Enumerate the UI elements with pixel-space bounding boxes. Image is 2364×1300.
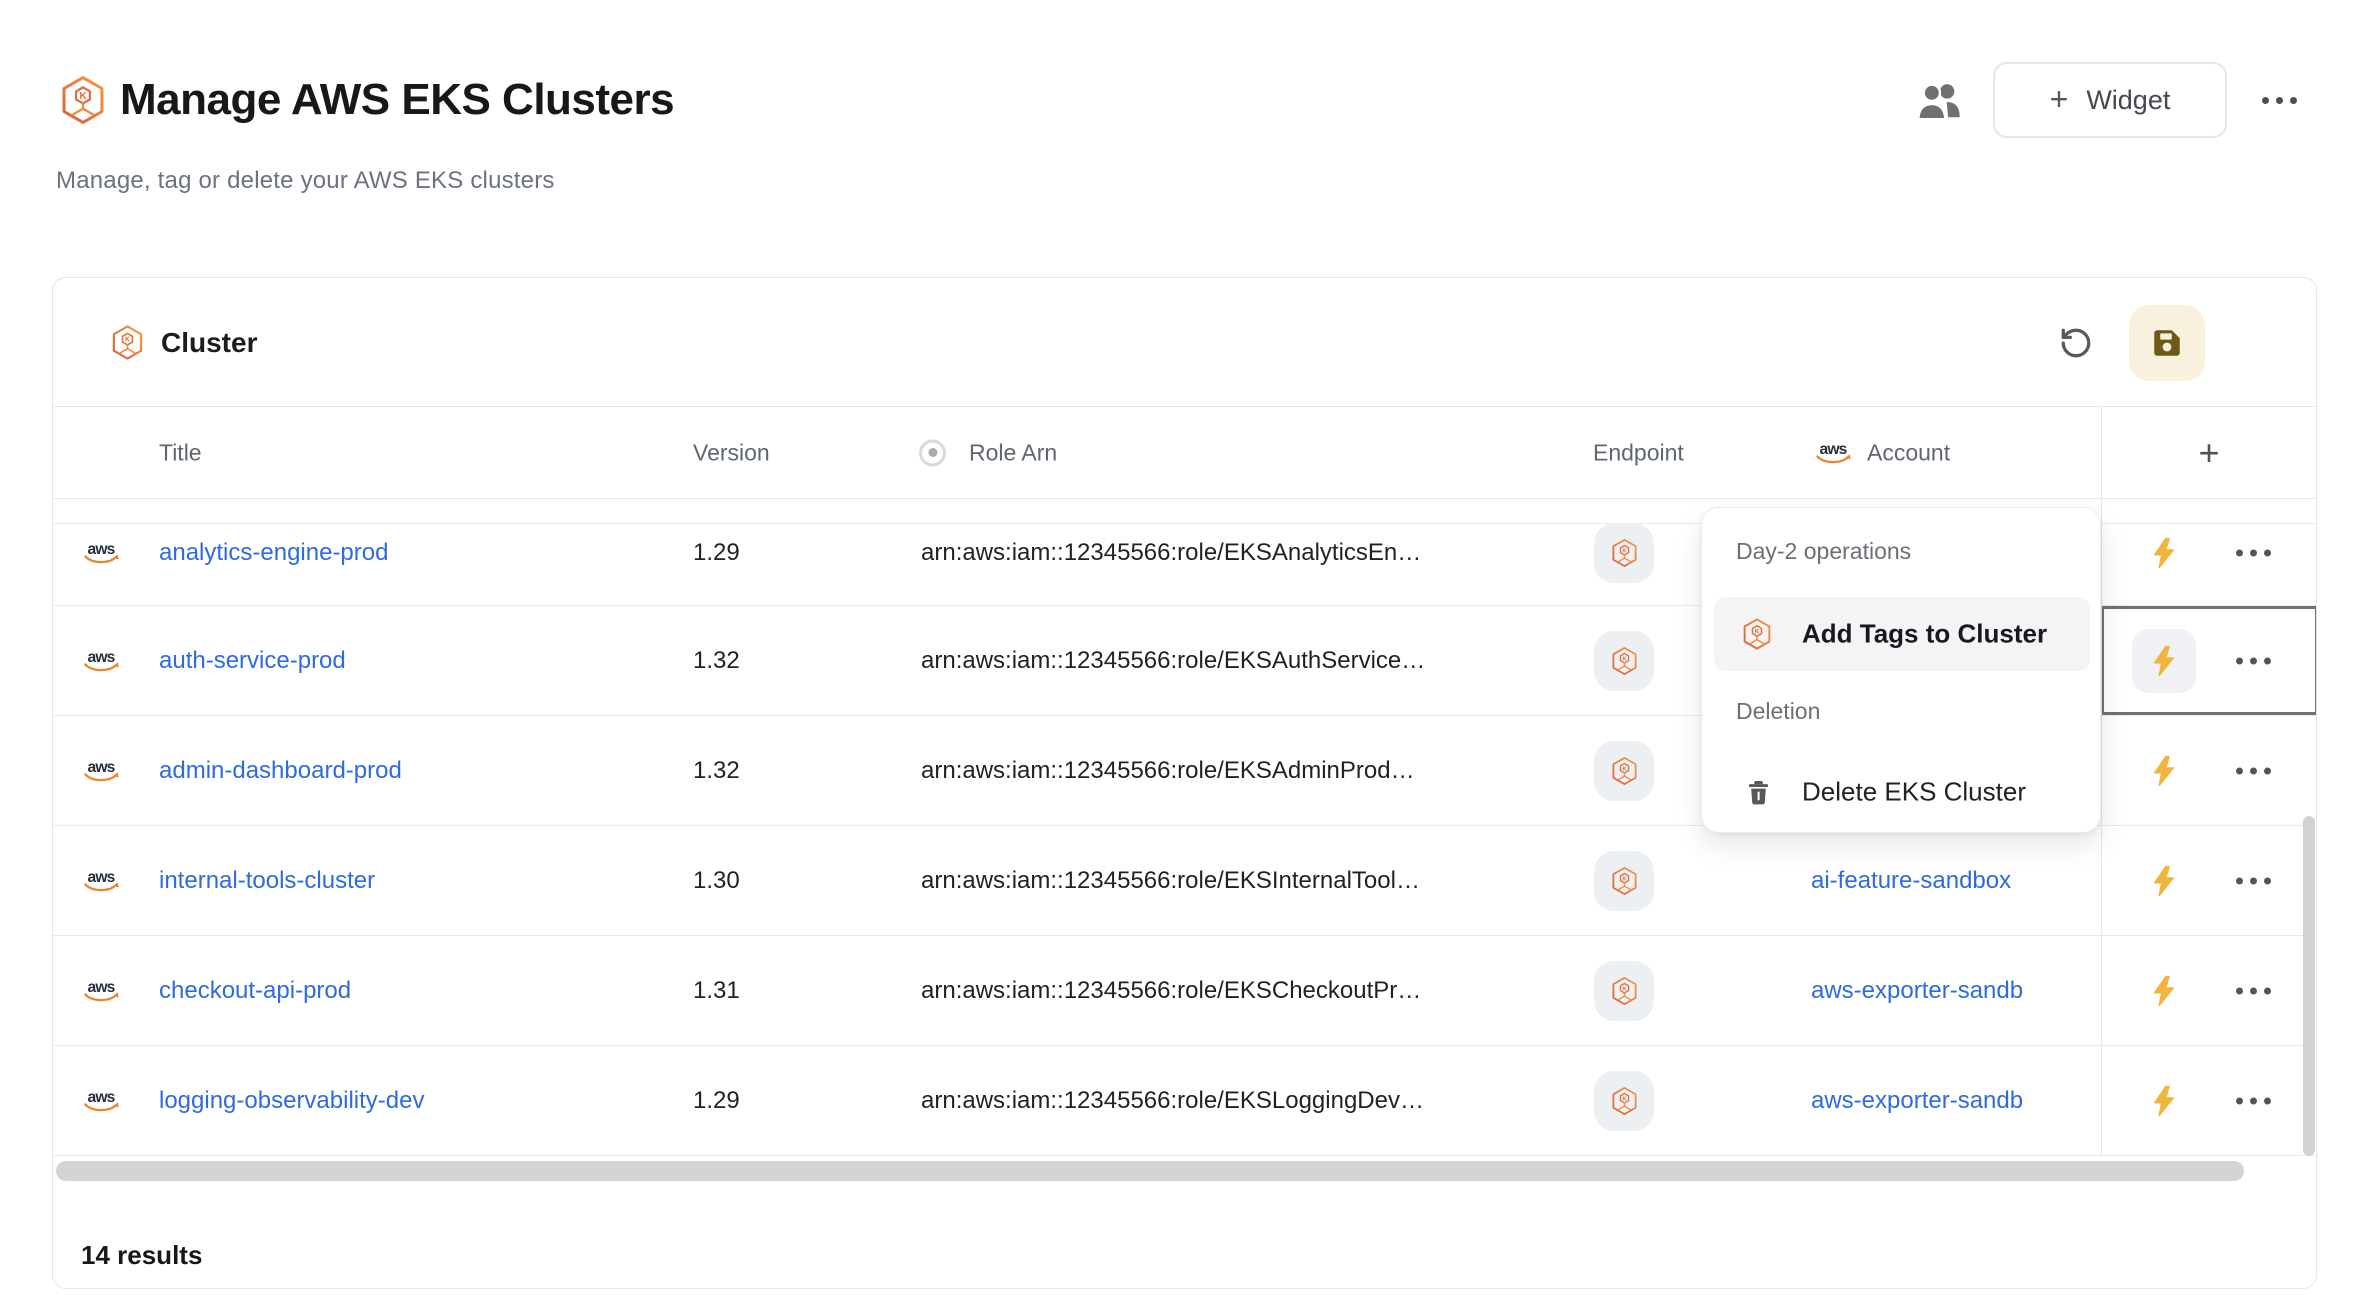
endpoint-badge[interactable] [1594,523,1654,583]
cluster-title-link[interactable]: logging-observability-dev [159,1087,424,1115]
menu-section-deletion-label: Deletion [1736,698,1820,725]
aws-icon [81,539,121,567]
cluster-version: 1.29 [693,1087,740,1115]
table-row: internal-tools-cluster 1.30 arn:aws:iam:… [53,826,2316,936]
column-header-title[interactable]: Title [159,439,202,466]
row-actions-menu: Day-2 operations Add Tags to Cluster Del… [1701,507,2101,833]
vertical-scrollbar[interactable] [2303,816,2315,1156]
endpoint-badge[interactable] [1594,961,1654,1021]
aws-icon [81,977,121,1005]
horizontal-scrollbar[interactable] [56,1161,2244,1181]
page: Manage AWS EKS Clusters Manage, tag or d… [0,0,2364,1300]
column-header-endpoint[interactable]: Endpoint [1593,439,1684,466]
quick-action-bolt-icon[interactable] [2149,536,2179,569]
undo-icon[interactable] [2059,326,2093,360]
quick-action-bolt-icon[interactable] [2149,754,2179,787]
users-icon[interactable] [1916,80,1962,122]
cluster-version: 1.31 [693,977,740,1005]
add-widget-label: Widget [2086,85,2170,116]
eks-icon [111,324,144,361]
endpoint-badge[interactable] [1594,741,1654,801]
radio-icon [919,439,946,466]
page-title: Manage AWS EKS Clusters [120,74,674,126]
actions-column-divider [2101,407,2102,1157]
eks-icon [1611,976,1638,1006]
cluster-version: 1.32 [693,757,740,785]
menu-item-delete-cluster-label: Delete EKS Cluster [1802,777,2026,808]
plus-icon: + [2050,83,2069,115]
cluster-version: 1.32 [693,647,740,675]
aws-icon [81,1087,121,1115]
account-link[interactable]: aws-exporter-sandb [1811,977,2100,1005]
eks-icon [1611,756,1638,786]
trash-icon [1745,778,1772,807]
cluster-title-link[interactable]: checkout-api-prod [159,977,351,1005]
endpoint-badge[interactable] [1594,631,1654,691]
add-widget-button[interactable]: + Widget [1993,62,2227,138]
menu-item-add-tags[interactable]: Add Tags to Cluster [1714,597,2090,671]
cluster-title-link[interactable]: admin-dashboard-prod [159,757,402,785]
row-more-icon[interactable] [2236,1097,2271,1104]
account-link[interactable]: ai-feature-sandbox [1811,867,2100,895]
eks-icon [1611,646,1638,676]
cluster-title-link[interactable]: internal-tools-cluster [159,867,375,895]
table-header-row: Title Version Role Arn Endpoint Account … [53,407,2316,499]
table-row: logging-observability-dev 1.29 arn:aws:i… [53,1046,2316,1156]
quick-action-bolt-icon[interactable] [2149,974,2179,1007]
eks-icon [1611,866,1638,896]
column-header-role-arn[interactable]: Role Arn [969,439,1057,466]
cluster-title-link[interactable]: analytics-engine-prod [159,539,388,567]
save-icon [2150,326,2184,360]
cluster-version: 1.30 [693,867,740,895]
cluster-title-link[interactable]: auth-service-prod [159,647,346,675]
column-header-account[interactable]: Account [1867,439,1950,466]
eks-logo-icon [60,74,106,126]
role-arn-value: arn:aws:iam::12345566:role/EKSLoggingDev… [921,1087,1581,1115]
aws-icon [1813,439,1853,467]
eks-icon [1611,538,1638,568]
aws-icon [81,757,121,785]
quick-action-bolt-icon[interactable] [2149,1084,2179,1117]
save-button[interactable] [2129,305,2205,381]
cluster-version: 1.29 [693,539,740,567]
row-more-icon[interactable] [2236,657,2271,664]
add-column-button[interactable]: + [2184,432,2234,474]
cluster-widget-card: Cluster Title Version Role Arn Endpoint … [52,277,2317,1289]
aws-icon [81,647,121,675]
row-more-icon[interactable] [2236,549,2271,556]
role-arn-value: arn:aws:iam::12345566:role/EKSAnalyticsE… [921,539,1581,567]
role-arn-value: arn:aws:iam::12345566:role/EKSAuthServic… [921,647,1581,675]
endpoint-badge[interactable] [1594,851,1654,911]
role-arn-value: arn:aws:iam::12345566:role/EKSCheckoutPr… [921,977,1581,1005]
role-arn-value: arn:aws:iam::12345566:role/EKSInternalTo… [921,867,1581,895]
aws-icon [81,867,121,895]
page-subtitle: Manage, tag or delete your AWS EKS clust… [56,167,555,195]
eks-icon [1611,1086,1638,1116]
widget-title: Cluster [161,327,257,359]
endpoint-badge[interactable] [1594,1071,1654,1131]
table-row: checkout-api-prod 1.31 arn:aws:iam::1234… [53,936,2316,1046]
quick-action-bolt-icon[interactable] [2149,864,2179,897]
quick-action-bolt-icon[interactable] [2149,644,2179,677]
row-more-icon[interactable] [2236,987,2271,994]
eks-icon [1742,618,1772,651]
row-more-icon[interactable] [2236,877,2271,884]
results-count: 14 results [81,1240,202,1271]
menu-section-day2-label: Day-2 operations [1736,538,1911,565]
page-more-icon[interactable] [2262,97,2297,104]
role-arn-value: arn:aws:iam::12345566:role/EKSAdminProd… [921,757,1581,785]
menu-item-delete-cluster[interactable]: Delete EKS Cluster [1714,760,2090,824]
column-header-version[interactable]: Version [693,439,770,466]
row-more-icon[interactable] [2236,767,2271,774]
widget-header: Cluster [53,278,2316,407]
account-link[interactable]: aws-exporter-sandb [1811,1087,2100,1115]
menu-item-add-tags-label: Add Tags to Cluster [1802,619,2047,650]
